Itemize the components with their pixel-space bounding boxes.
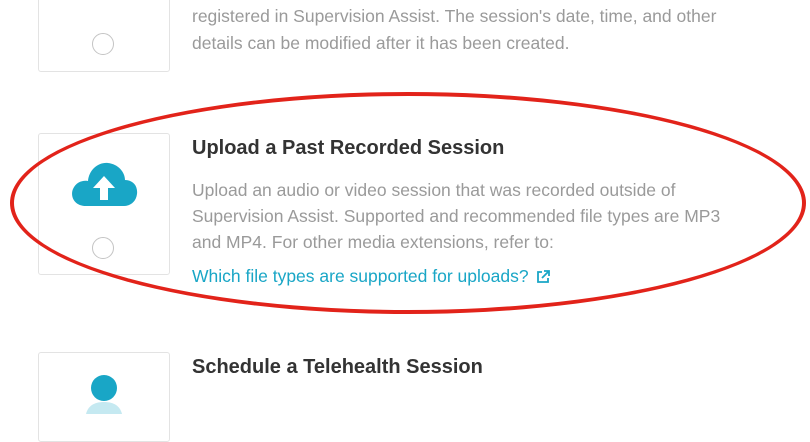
cloud-upload-icon (72, 162, 138, 206)
telehealth-icon (86, 375, 122, 414)
supported-file-types-link-text[interactable]: Which file types are supported for uploa… (192, 266, 529, 287)
option-upload-description-line: Supervision Assist. Supported and recomm… (192, 206, 721, 226)
option-schedule-description-line-1: registered in Supervision Assist. The se… (192, 6, 717, 26)
option-upload-description-line: and MP4. For other media extensions, ref… (192, 232, 554, 252)
option-schedule-description-line-2: details can be modified after it has bee… (192, 33, 570, 53)
option-upload-title: Upload a Past Recorded Session (192, 137, 505, 159)
supported-file-types-link[interactable]: Which file types are supported for uploa… (192, 266, 551, 287)
external-link-icon (536, 269, 550, 283)
option-radio-upload[interactable] (92, 237, 114, 259)
option-telehealth-title: Schedule a Telehealth Session (192, 356, 483, 378)
option-upload-description: Upload an audio or video session that wa… (192, 177, 720, 255)
option-radio-schedule[interactable] (92, 33, 114, 55)
option-upload-description-line: Upload an audio or video session that wa… (192, 180, 676, 200)
